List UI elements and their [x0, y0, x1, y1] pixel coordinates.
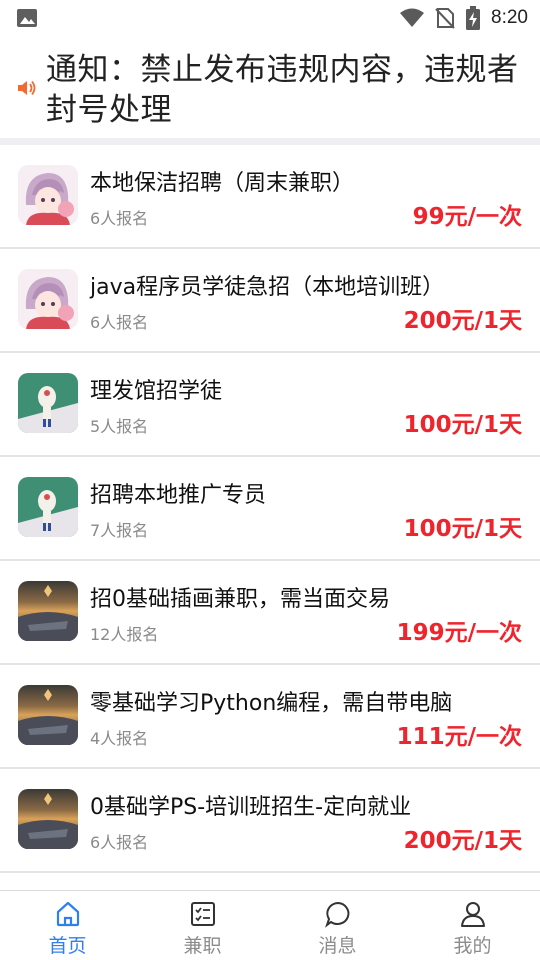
job-applicant-count: 6人报名: [90, 313, 149, 332]
notice-text: 通知：禁止发布违规内容，违规者封号处理: [46, 52, 519, 128]
job-list-item[interactable]: 本地保洁招聘（周末兼职） 6人报名 99元/一次: [0, 145, 540, 249]
tab-label: 首页: [48, 935, 87, 957]
job-salary: 200元/1天: [403, 828, 522, 854]
sunset-avatar: [18, 685, 78, 745]
anime-avatar: [18, 269, 78, 329]
job-list-item[interactable]: 0基础学PS-培训班招生-定向就业 6人报名 200元/1天: [0, 769, 540, 873]
job-applicant-count: 4人报名: [90, 729, 149, 748]
no-sim-icon: [435, 8, 455, 29]
job-salary: 199元/一次: [396, 620, 522, 646]
chat-bubble-icon: [324, 901, 349, 928]
sunset-avatar: [18, 581, 78, 641]
wifi-icon: [400, 8, 425, 27]
user-icon: [460, 902, 485, 927]
tab-parttime[interactable]: 兼职: [135, 891, 270, 960]
job-title: java程序员学徒急招（本地培训班）: [90, 275, 445, 300]
job-salary: 100元/1天: [403, 516, 522, 542]
sunset-avatar: [18, 789, 78, 849]
checklist-icon: [190, 902, 215, 926]
section-divider: [0, 138, 540, 145]
job-applicant-count: 5人报名: [90, 417, 149, 436]
bottom-tab-bar: 首页 兼职 消息 我的: [0, 890, 540, 960]
job-salary: 200元/1天: [403, 308, 522, 334]
job-title: 理发馆招学徒: [90, 379, 223, 404]
job-salary: 99元/一次: [412, 204, 522, 230]
status-time: 8:20: [491, 7, 528, 28]
job-list-item[interactable]: 招聘本地推广专员 7人报名 100元/1天: [0, 457, 540, 561]
character-avatar: [18, 373, 78, 433]
job-applicant-count: 7人报名: [90, 521, 149, 540]
job-list-item[interactable]: 理发馆招学徒 5人报名 100元/1天: [0, 353, 540, 457]
speaker-icon: [18, 80, 36, 96]
job-list-item[interactable]: java程序员学徒急招（本地培训班） 6人报名 200元/1天: [0, 249, 540, 353]
job-title: 招聘本地推广专员: [90, 483, 267, 508]
status-bar: 8:20: [0, 0, 540, 36]
battery-charging-icon: [466, 6, 481, 30]
anime-avatar: [18, 165, 78, 225]
job-list[interactable]: 本地保洁招聘（周末兼职） 6人报名 99元/一次 java程序员学徒急招（本地培…: [0, 145, 540, 890]
image-icon: [17, 9, 37, 27]
home-icon: [56, 901, 79, 927]
job-list-item[interactable]: 招0基础插画兼职，需当面交易 12人报名 199元/一次: [0, 561, 540, 665]
job-salary: 100元/1天: [403, 412, 522, 438]
job-applicant-count: 6人报名: [90, 209, 149, 228]
job-list-item[interactable]: 零基础学习Python编程，需自带电脑 4人报名 111元/一次: [0, 665, 540, 769]
job-applicant-count: 6人报名: [90, 833, 149, 852]
job-title: 本地保洁招聘（周末兼职）: [90, 171, 355, 196]
job-salary: 111元/一次: [396, 724, 522, 750]
tab-label: 兼职: [183, 935, 222, 957]
character-avatar: [18, 477, 78, 537]
notice-banner[interactable]: 通知：禁止发布违规内容，违规者封号处理: [0, 40, 540, 138]
tab-profile[interactable]: 我的: [405, 891, 540, 960]
job-title: 零基础学习Python编程，需自带电脑: [90, 691, 453, 716]
job-applicant-count: 12人报名: [90, 625, 159, 644]
job-title: 招0基础插画兼职，需当面交易: [90, 587, 390, 612]
tab-label: 消息: [318, 935, 357, 957]
job-title: 0基础学PS-培训班招生-定向就业: [90, 795, 412, 820]
tab-label: 我的: [453, 935, 492, 957]
tab-messages[interactable]: 消息: [270, 891, 405, 960]
tab-home[interactable]: 首页: [0, 891, 135, 960]
